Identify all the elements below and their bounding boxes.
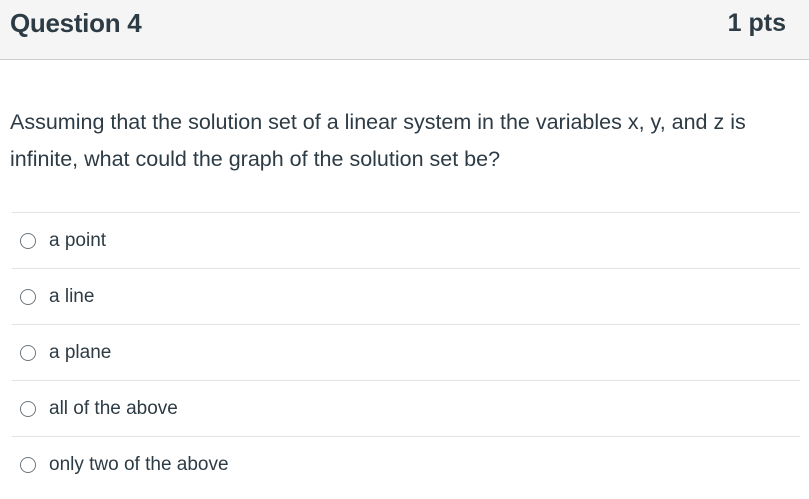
answer-label: a plane bbox=[49, 341, 112, 363]
answer-option-only-two-of-the-above[interactable]: only two of the above bbox=[12, 436, 800, 492]
answer-option-all-of-the-above[interactable]: all of the above bbox=[12, 380, 800, 436]
radio-button-icon[interactable] bbox=[20, 344, 36, 361]
radio-button-icon[interactable] bbox=[20, 232, 36, 249]
answer-label: a line bbox=[49, 285, 95, 307]
answer-option-a-point[interactable]: a point bbox=[12, 212, 800, 268]
answer-label: only two of the above bbox=[49, 453, 229, 475]
quiz-question: Question 4 1 pts Assuming that the solut… bbox=[0, 0, 809, 499]
answer-label: a point bbox=[49, 229, 107, 251]
radio-button-icon[interactable] bbox=[20, 400, 36, 417]
question-points: 1 pts bbox=[727, 9, 786, 37]
question-header: Question 4 1 pts bbox=[0, 0, 809, 60]
question-text: Assuming that the solution set of a line… bbox=[10, 110, 746, 171]
answer-list: a point a line a plane all of the above … bbox=[12, 212, 800, 492]
radio-button-icon[interactable] bbox=[20, 288, 36, 305]
answer-option-a-line[interactable]: a line bbox=[12, 268, 800, 324]
question-title: Question 4 bbox=[10, 8, 142, 38]
answer-label: all of the above bbox=[49, 397, 178, 419]
answer-option-a-plane[interactable]: a plane bbox=[12, 324, 800, 380]
radio-button-icon[interactable] bbox=[20, 456, 36, 473]
